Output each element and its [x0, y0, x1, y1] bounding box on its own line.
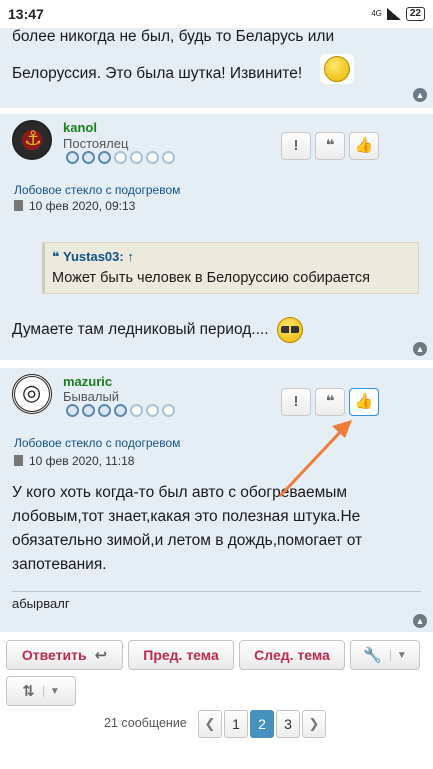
rank-dot — [66, 404, 79, 417]
rank-dot — [82, 151, 95, 164]
avatar[interactable] — [12, 374, 52, 414]
next-topic-button[interactable]: След. тема — [239, 640, 345, 670]
quote-author[interactable]: Yustas03: — [63, 249, 124, 264]
signature-divider — [12, 591, 421, 592]
post-previous: более никогда не был, будь то Беларусь и… — [0, 28, 433, 108]
sorry-emoji-icon — [320, 54, 354, 84]
wrench-icon: 🔧 — [363, 647, 382, 664]
reply-arrow-icon: ↩ — [94, 647, 108, 664]
post-text-line: Белоруссия. Это была шутка! Извините! — [12, 62, 302, 86]
post-text-line: запотевания. — [12, 556, 107, 573]
rank-dot — [162, 151, 175, 164]
post-text: Белоруссия. Это была шутка! Извините! — [12, 65, 303, 82]
tools-dropdown-button[interactable]: 🔧 ▼ — [350, 640, 420, 670]
sort-icon: ⇅ — [22, 683, 35, 700]
post-author[interactable]: kanol — [63, 120, 97, 135]
quote-mark-icon: ❝ — [52, 249, 64, 264]
quote-button[interactable]: ❝ — [315, 388, 345, 416]
like-button[interactable]: 👍 — [349, 132, 379, 160]
rank-dot — [162, 404, 175, 417]
file-icon — [14, 200, 23, 211]
avatar[interactable] — [12, 120, 52, 160]
rank-dot — [82, 404, 95, 417]
quote-header: ❝ Yustas03: ↑ — [52, 249, 134, 265]
post-signature: абырвалг — [12, 596, 70, 611]
next-topic-label: След. тема — [254, 647, 330, 663]
post-kanol: kanol Постоялец ! ❝ 👍 Лобовое стекло с п… — [0, 114, 433, 360]
post-text-line: обязательно зимой,и летом в дождь,помога… — [12, 532, 363, 549]
signal-icon — [386, 8, 401, 20]
sort-dropdown-button[interactable]: ⇅ ▼ — [6, 676, 76, 706]
next-page-icon[interactable]: ❯ — [302, 710, 326, 738]
rank-dot — [114, 151, 127, 164]
quote-block: ❝ Yustas03: ↑ Может быть человек в Белор… — [42, 242, 419, 294]
collapse-post-icon[interactable]: ▲ — [413, 88, 427, 102]
status-time: 13:47 — [8, 6, 44, 22]
post-text-line: более никогда не был, будь то Беларусь и… — [12, 28, 335, 45]
post-author-rank: Бывалый — [63, 389, 120, 404]
collapse-post-icon[interactable]: ▲ — [413, 614, 427, 628]
post-topic-link[interactable]: Лобовое стекло с подогревом — [14, 436, 180, 450]
quote-text: Может быть человек в Белоруссию собирает… — [52, 270, 371, 286]
quote-source-arrow-icon[interactable]: ↑ — [127, 249, 134, 264]
post-date: 10 фев 2020, 11:18 — [14, 454, 134, 468]
rank-dot — [98, 151, 111, 164]
network-indicator: 4G — [371, 10, 382, 18]
post-text: Думаете там ледниковый период.... — [12, 321, 269, 339]
network-type: 4G — [371, 9, 382, 18]
post-author[interactable]: mazuric — [63, 374, 112, 389]
like-button[interactable]: 👍 — [349, 388, 379, 416]
post-date-text: 10 фев 2020, 09:13 — [29, 199, 136, 213]
page-link[interactable]: 3 — [276, 710, 300, 738]
rank-dot — [146, 151, 159, 164]
post-date: 10 фев 2020, 09:13 — [14, 199, 135, 213]
quote-button[interactable]: ❝ — [315, 132, 345, 160]
status-bar: 13:47 4G 22 — [0, 0, 433, 28]
page-link[interactable]: 1 — [224, 710, 248, 738]
prev-page-icon[interactable]: ❮ — [198, 710, 222, 738]
post-date-text: 10 фев 2020, 11:18 — [29, 454, 135, 468]
rank-dot — [114, 404, 127, 417]
pagination: 21 сообщение ❮ 1 2 3 ❯ — [0, 710, 433, 738]
post-text-line: лобовым,тот знает,какая это полезная шту… — [12, 508, 361, 525]
post-count: 21 сообщение — [104, 716, 187, 730]
report-button[interactable]: ! — [281, 132, 311, 160]
post-text-line: У кого хоть когда-то был авто с обогрева… — [12, 484, 348, 501]
file-icon — [14, 455, 23, 466]
rank-dot — [146, 404, 159, 417]
reply-button[interactable]: Ответить ↩ — [6, 640, 123, 670]
cold-emoji-icon — [276, 317, 303, 343]
rank-dots — [66, 151, 175, 164]
battery-indicator: 22 — [405, 7, 425, 21]
reply-button-label: Ответить — [21, 647, 87, 663]
rank-dot — [130, 404, 143, 417]
report-button[interactable]: ! — [281, 388, 311, 416]
prev-topic-label: Пред. тема — [143, 647, 219, 663]
post-text-line: Думаете там ледниковый период.... — [12, 317, 303, 343]
chevron-down-icon: ▼ — [42, 685, 60, 697]
rank-dot — [98, 404, 111, 417]
rank-dot — [66, 151, 79, 164]
bottom-spacer — [0, 750, 433, 769]
page-current[interactable]: 2 — [250, 710, 274, 738]
post-author-rank: Постоялец — [63, 136, 129, 151]
rank-dot — [130, 151, 143, 164]
chevron-down-icon: ▼ — [389, 649, 407, 661]
rank-dots — [66, 404, 175, 417]
collapse-post-icon[interactable]: ▲ — [413, 342, 427, 356]
post-mazuric: mazuric Бывалый ! ❝ 👍 Лобовое стекло с п… — [0, 368, 433, 632]
prev-topic-button[interactable]: Пред. тема — [128, 640, 234, 670]
post-topic-link[interactable]: Лобовое стекло с подогревом — [14, 183, 180, 197]
